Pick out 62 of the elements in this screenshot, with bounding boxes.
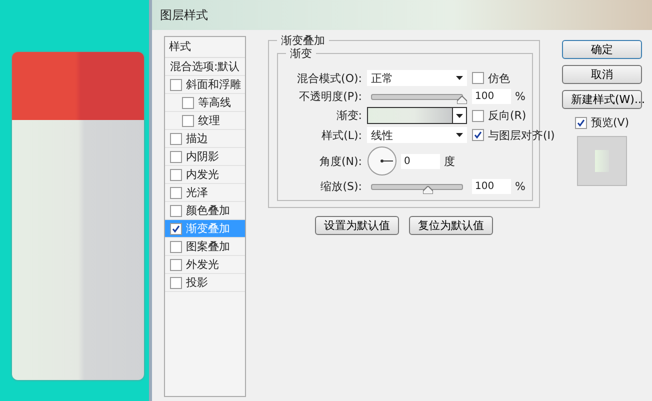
- checkbox[interactable]: [182, 114, 194, 126]
- style-list-item[interactable]: 混合选项:默认: [165, 58, 245, 76]
- style-list-item[interactable]: 光泽: [165, 184, 245, 202]
- dropdown-caret-icon: [456, 133, 463, 137]
- dialog-button[interactable]: 取消: [562, 65, 642, 84]
- checkbox[interactable]: [574, 116, 587, 128]
- group-title: 渐变叠加: [277, 33, 329, 48]
- group-title: 渐变: [286, 46, 316, 61]
- style-list-item[interactable]: 内阴影: [165, 148, 245, 166]
- checkbox[interactable]: [472, 110, 484, 122]
- checkbox[interactable]: [170, 276, 182, 288]
- style-list-item[interactable]: 纹理: [165, 112, 245, 130]
- style-list-item[interactable]: 内发光: [165, 166, 245, 184]
- field-label: 缩放(S):: [320, 179, 362, 194]
- dialog-button[interactable]: 确定: [562, 40, 642, 59]
- dropdown-caret-icon: [456, 114, 463, 118]
- unit-label: 度: [444, 154, 455, 168]
- style-list-item[interactable]: 斜面和浮雕: [165, 76, 245, 94]
- style-list-item[interactable]: 图案叠加: [165, 238, 245, 256]
- slider-thumb[interactable]: [422, 186, 433, 194]
- checkbox[interactable]: [170, 204, 182, 216]
- dropdown-caret-icon: [456, 76, 463, 80]
- default-button[interactable]: 复位为默认值: [409, 216, 493, 235]
- checkbox-label: 与图层对齐(I): [488, 128, 555, 142]
- checkbox[interactable]: [170, 168, 182, 180]
- number-field[interactable]: 0: [401, 154, 440, 168]
- slider-thumb[interactable]: [457, 96, 467, 104]
- checkbox[interactable]: [472, 72, 484, 84]
- style-list-item[interactable]: 等高线: [165, 94, 245, 112]
- checkbox[interactable]: [170, 222, 182, 234]
- gradient-picker[interactable]: [367, 107, 467, 124]
- window-title: 图层样式: [152, 0, 652, 30]
- dialog-button[interactable]: 新建样式(W)...: [562, 90, 642, 109]
- preview-thumbnail: [577, 136, 627, 186]
- checkbox-label: 预览(V): [590, 115, 630, 130]
- field-label: 样式(L):: [320, 128, 362, 142]
- checkbox[interactable]: [170, 132, 182, 144]
- style-list-item[interactable]: 外发光: [165, 256, 245, 274]
- unit-label: %: [515, 90, 526, 103]
- style-list-item[interactable]: 描边: [165, 130, 245, 148]
- default-button[interactable]: 设置为默认值: [315, 216, 399, 235]
- checkbox[interactable]: [182, 96, 194, 108]
- checkbox[interactable]: [170, 78, 182, 90]
- dropdown[interactable]: 正常: [367, 70, 467, 86]
- unit-label: %: [515, 180, 526, 193]
- field-label: 混合模式(O):: [296, 70, 362, 86]
- field-label: 角度(N):: [318, 154, 362, 168]
- dropdown[interactable]: 线性: [367, 127, 467, 143]
- angle-dial[interactable]: [367, 146, 397, 176]
- field-label: 渐变:: [335, 108, 362, 123]
- checkbox-label: 反向(R): [488, 108, 526, 123]
- number-field[interactable]: 100: [472, 179, 511, 194]
- checkbox-label: 仿色: [488, 70, 510, 86]
- field-label: 不透明度(P):: [298, 89, 362, 104]
- number-field[interactable]: 100: [472, 89, 511, 104]
- checkbox[interactable]: [472, 129, 484, 141]
- checkbox[interactable]: [170, 258, 182, 270]
- checkbox[interactable]: [170, 150, 182, 162]
- checkbox[interactable]: [170, 186, 182, 198]
- list-header: 样式: [165, 37, 245, 58]
- style-list-item[interactable]: 投影: [165, 274, 245, 292]
- checkbox[interactable]: [170, 240, 182, 252]
